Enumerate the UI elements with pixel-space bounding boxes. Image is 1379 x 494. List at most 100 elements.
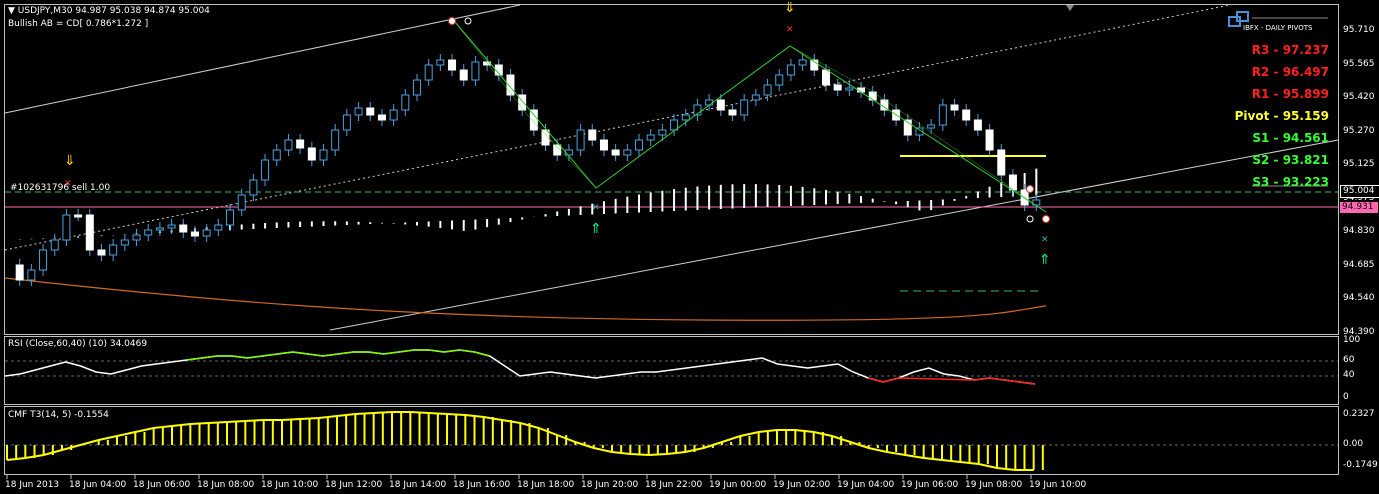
candle-body [190, 231, 199, 237]
rsi-oversold-line [868, 377, 1036, 385]
price-axis-label: 95.270 [1343, 125, 1375, 136]
cmf-axis-label: 0.00 [1343, 439, 1364, 449]
candle-body [331, 129, 340, 151]
candle-body [412, 79, 421, 96]
candle-body [798, 59, 807, 66]
chart-shift-marker-icon[interactable] [1066, 5, 1074, 11]
rsi-axis-label: 100 [1343, 335, 1361, 345]
candle-body [319, 149, 328, 161]
time-axis-label: 19 Jun 04:00 [837, 480, 895, 490]
order-label[interactable]: #102631796 sell 1.00 [10, 183, 110, 193]
candle-body [237, 194, 246, 211]
x-marker-icon: ✕ [592, 203, 600, 213]
point-marker-icon [1042, 215, 1050, 223]
candle-body [144, 229, 153, 236]
candle-body [226, 209, 235, 226]
pivot-row: S1 - 94.561 [1252, 131, 1329, 145]
candle-body [997, 149, 1006, 176]
time-axis-label: 18 Jun 16:00 [453, 480, 511, 490]
pane-borders [4, 4, 1339, 475]
line-price-tag: 94.931 [1340, 202, 1378, 213]
time-axis-label: 18 Jun 10:00 [261, 480, 319, 490]
x-marker-icon: ✕ [1041, 235, 1049, 245]
candle-body [401, 94, 410, 111]
rsi-axis-label: 40 [1343, 370, 1355, 380]
candle-body [705, 99, 714, 106]
candle-body [740, 99, 749, 116]
candle-body [927, 124, 936, 129]
candle-body [179, 224, 188, 233]
fractal-markers: ⇓ ✕ ⇓ ✕ ✕ ⇑ ✕ ⇑ [64, 0, 1051, 268]
time-axis-label: 19 Jun 00:00 [709, 480, 767, 490]
candle-body [15, 264, 24, 281]
price-axis-label: 95.710 [1343, 25, 1375, 35]
time-axis-label: 18 Jun 18:00 [517, 480, 575, 490]
candle-body [623, 149, 632, 156]
candle-body [50, 239, 59, 251]
price-axis-label: 94.830 [1343, 226, 1375, 236]
x-marker-icon: ✕ [786, 25, 794, 35]
time-axis-label: 18 Jun 08:00 [197, 480, 255, 490]
price-axis-label: 95.420 [1343, 92, 1375, 102]
pivot-row: R3 - 97.237 [1251, 43, 1329, 57]
candle-body [845, 87, 854, 91]
down-arrow-icon: ⇓ [784, 0, 796, 16]
candle-body [658, 129, 667, 136]
candle-body [599, 139, 608, 151]
candle-body [985, 129, 994, 151]
candle-body [588, 129, 597, 141]
symbol-header: ▼ USDJPY,M30 94.987 95.038 94.874 95.004 [8, 6, 210, 16]
candle-body [366, 107, 375, 116]
price-axis-label: 94.540 [1343, 293, 1375, 303]
candle-body [214, 224, 223, 231]
time-axis-label: 18 Jun 04:00 [69, 480, 127, 490]
candle-body [962, 109, 971, 121]
candle-body [120, 239, 129, 246]
time-axis-label: 19 Jun 06:00 [901, 480, 959, 490]
candle-body [950, 104, 959, 111]
candle-body [833, 84, 842, 91]
up-arrow-icon: ⇑ [1039, 252, 1051, 268]
candle-body [261, 159, 270, 181]
candle-body [459, 69, 468, 81]
pivot-row: S2 - 93.821 [1252, 153, 1329, 167]
chart-canvas[interactable]: ⇓ ✕ ⇓ ✕ ✕ ⇑ ✕ ⇑ [0, 0, 1379, 494]
pivot-row: R2 - 96.497 [1251, 65, 1329, 79]
candle-body [109, 244, 118, 256]
candle-body [775, 74, 784, 86]
candle-body [202, 229, 211, 237]
candle-body [377, 114, 386, 121]
cmf-label: CMF T3(14, 5) -0.1554 [8, 410, 109, 420]
candle-body [27, 269, 36, 281]
up-arrow-icon: ⇑ [590, 221, 602, 237]
candle-body [389, 109, 398, 121]
harmonic-pattern-line-2 [454, 21, 1047, 213]
pivot-title: IBFX - DAILY PIVOTS [1243, 24, 1313, 32]
candle-body [307, 147, 316, 161]
pivot-row: Pivot - 95.159 [1234, 109, 1329, 123]
rsi-label: RSI (Close,60,40) (10) 34.0469 [8, 339, 148, 349]
candle-body [39, 249, 48, 271]
point-marker-icon [1026, 215, 1034, 223]
candle-body [868, 91, 877, 101]
point-marker-icon [1026, 185, 1034, 193]
candle-body [448, 59, 457, 71]
candle-body [973, 119, 982, 131]
current-price-tag: 95.004 [1340, 185, 1379, 198]
menu-triangle-icon[interactable]: ▼ [8, 6, 15, 16]
candlesticks [15, 54, 1041, 286]
rsi-overbought-line [186, 349, 490, 361]
cmf-histogram [6, 412, 1044, 470]
candle-body [272, 149, 281, 161]
candle-body [751, 94, 760, 101]
trend-lines [4, 4, 1339, 331]
time-axis-label: 18 Jun 14:00 [389, 480, 447, 490]
cmf-axis-label: 0.2327 [1343, 409, 1375, 419]
time-axis-label: 18 Jun 20:00 [581, 480, 639, 490]
time-axis-label: 18 Jun 06:00 [133, 480, 191, 490]
pivot-row: R1 - 95.899 [1251, 87, 1329, 101]
time-axis-ticks [6, 475, 1032, 479]
candle-body [529, 109, 538, 131]
pattern-label: Bullish AB = CD[ 0.786*1.272 ] [8, 19, 149, 29]
candle-body [611, 149, 620, 156]
